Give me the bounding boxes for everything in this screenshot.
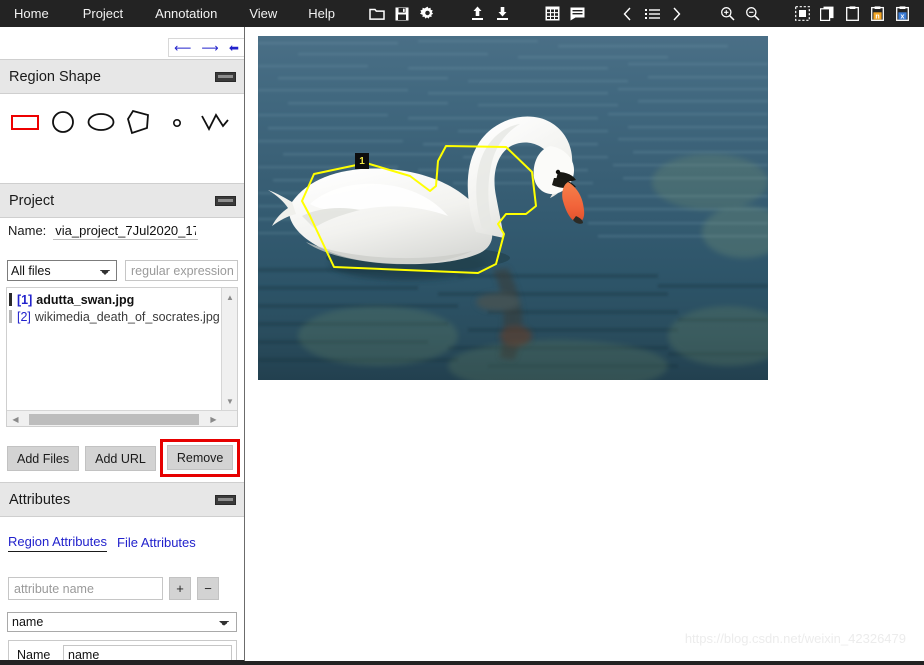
left-sidebar: ⟵ ⟶ ⬅ Region Shape Project Name: via_pro… bbox=[0, 27, 245, 665]
tab-file-attributes[interactable]: File Attributes bbox=[117, 535, 196, 552]
remove-button[interactable]: Remove bbox=[166, 445, 234, 470]
zoom-in-icon[interactable] bbox=[719, 6, 735, 22]
previous-icon[interactable] bbox=[619, 6, 635, 22]
upload-icon[interactable] bbox=[469, 6, 485, 22]
panel-header-project: Project bbox=[0, 183, 244, 218]
file-list: [1] adutta_swan.jpg [2] wikimedia_death_… bbox=[7, 288, 222, 410]
list-icon[interactable] bbox=[644, 6, 660, 22]
regex-filter-input[interactable] bbox=[125, 260, 238, 281]
file-name: adutta_swan.jpg bbox=[36, 292, 135, 307]
scroll-left-icon[interactable]: ◀ bbox=[8, 411, 23, 427]
add-files-button[interactable]: Add Files bbox=[7, 446, 80, 471]
hscroll-thumb[interactable] bbox=[29, 414, 199, 425]
project-name-label: Name: bbox=[8, 223, 47, 238]
select-region-icon[interactable] bbox=[794, 6, 810, 22]
file-action-buttons: Add Files Add URL Remove bbox=[7, 439, 241, 477]
menu-project[interactable]: Project bbox=[83, 0, 123, 27]
zoom-out-icon[interactable] bbox=[744, 6, 760, 22]
remove-button-highlight: Remove bbox=[159, 439, 241, 477]
region-id-label[interactable]: 1 bbox=[355, 153, 369, 169]
file-list-item-2[interactable]: [2] wikimedia_death_of_socrates.jpg bbox=[7, 308, 222, 325]
panel-title-region-shape: Region Shape bbox=[9, 68, 101, 85]
file-filter-select[interactable]: All files bbox=[7, 260, 117, 281]
scroll-up-icon[interactable]: ▲ bbox=[222, 290, 238, 304]
collapse-region-shape-button[interactable] bbox=[215, 72, 236, 82]
file-filter-row: All files bbox=[7, 260, 238, 281]
menu-help[interactable]: Help bbox=[308, 0, 335, 27]
top-menu-bar: Home Project Annotation View Help n x bbox=[0, 0, 924, 27]
attribute-name-input[interactable] bbox=[8, 577, 163, 600]
attribute-select[interactable]: name bbox=[7, 612, 237, 632]
image-canvas[interactable]: 1 bbox=[258, 36, 768, 380]
next-icon[interactable] bbox=[669, 6, 685, 22]
attribute-tabs: Region Attributes File Attributes bbox=[8, 534, 196, 552]
shape-polyline-tool[interactable] bbox=[196, 103, 234, 141]
region-shape-toolbar bbox=[0, 94, 244, 149]
paste-icon[interactable] bbox=[844, 6, 860, 22]
swan-photo-svg bbox=[258, 36, 768, 380]
add-attribute-button[interactable]: + bbox=[169, 577, 191, 600]
file-index: [1] bbox=[17, 292, 33, 307]
file-name: wikimedia_death_of_socrates.jpg bbox=[34, 309, 220, 324]
grid-icon[interactable] bbox=[544, 6, 560, 22]
annotated-photo bbox=[258, 36, 768, 380]
add-url-button[interactable]: Add URL bbox=[85, 446, 156, 471]
paste-x-icon[interactable]: x bbox=[894, 6, 910, 22]
main-content-area: 1 https://blog.csdn.net/weixin_42326479 bbox=[246, 27, 924, 665]
project-name-row: Name: bbox=[8, 223, 199, 240]
file-list-item-1[interactable]: [1] adutta_swan.jpg bbox=[7, 291, 222, 308]
nav-collapse-icon[interactable]: ⬅ bbox=[229, 42, 239, 54]
file-active-marker bbox=[9, 293, 12, 306]
shape-rectangle-tool[interactable] bbox=[6, 103, 44, 141]
project-name-input[interactable] bbox=[53, 223, 199, 240]
menu-view[interactable]: View bbox=[249, 0, 277, 27]
save-icon[interactable] bbox=[394, 6, 410, 22]
tab-region-attributes[interactable]: Region Attributes bbox=[8, 534, 108, 552]
file-list-horizontal-scrollbar[interactable]: ◀ ▶ bbox=[7, 410, 237, 426]
attribute-name-row: + − bbox=[8, 577, 219, 600]
paste-n-icon[interactable]: n bbox=[869, 6, 885, 22]
panel-header-attributes: Attributes bbox=[0, 482, 244, 517]
collapse-project-button[interactable] bbox=[215, 196, 236, 206]
scroll-right-icon[interactable]: ▶ bbox=[206, 411, 221, 427]
menu-home[interactable]: Home bbox=[14, 0, 49, 27]
comment-icon[interactable] bbox=[569, 6, 585, 22]
svg-text:n: n bbox=[875, 13, 879, 20]
file-inactive-marker bbox=[9, 310, 12, 323]
menu-items-group: Home Project Annotation View Help bbox=[0, 0, 335, 27]
panel-title-attributes: Attributes bbox=[9, 491, 71, 508]
download-icon[interactable] bbox=[494, 6, 510, 22]
shape-polygon-tool[interactable] bbox=[120, 103, 158, 141]
nav-prev-icon[interactable]: ⟵ bbox=[174, 42, 191, 54]
svg-text:x: x bbox=[900, 13, 904, 20]
copy-icon[interactable] bbox=[819, 6, 835, 22]
watermark-text: https://blog.csdn.net/weixin_42326479 bbox=[684, 631, 906, 646]
sidebar-navigation-bar: ⟵ ⟶ ⬅ bbox=[168, 38, 244, 57]
shape-circle-tool[interactable] bbox=[44, 103, 82, 141]
shape-ellipse-tool[interactable] bbox=[82, 103, 120, 141]
bottom-strip bbox=[0, 661, 924, 665]
file-list-container: [1] adutta_swan.jpg [2] wikimedia_death_… bbox=[6, 287, 238, 427]
file-index: [2] bbox=[17, 309, 31, 324]
shape-point-tool[interactable] bbox=[158, 103, 196, 141]
scroll-down-icon[interactable]: ▼ bbox=[222, 394, 238, 408]
gear-icon[interactable] bbox=[419, 6, 435, 22]
panel-header-region-shape: Region Shape bbox=[0, 59, 244, 94]
panel-title-project: Project bbox=[9, 192, 55, 209]
file-list-vertical-scrollbar[interactable]: ▲ ▼ bbox=[221, 288, 237, 410]
collapse-attributes-button[interactable] bbox=[215, 495, 236, 505]
menu-annotation[interactable]: Annotation bbox=[155, 0, 217, 27]
nav-next-icon[interactable]: ⟶ bbox=[201, 42, 218, 54]
folder-open-icon[interactable] bbox=[369, 6, 385, 22]
remove-attribute-button[interactable]: − bbox=[197, 577, 219, 600]
